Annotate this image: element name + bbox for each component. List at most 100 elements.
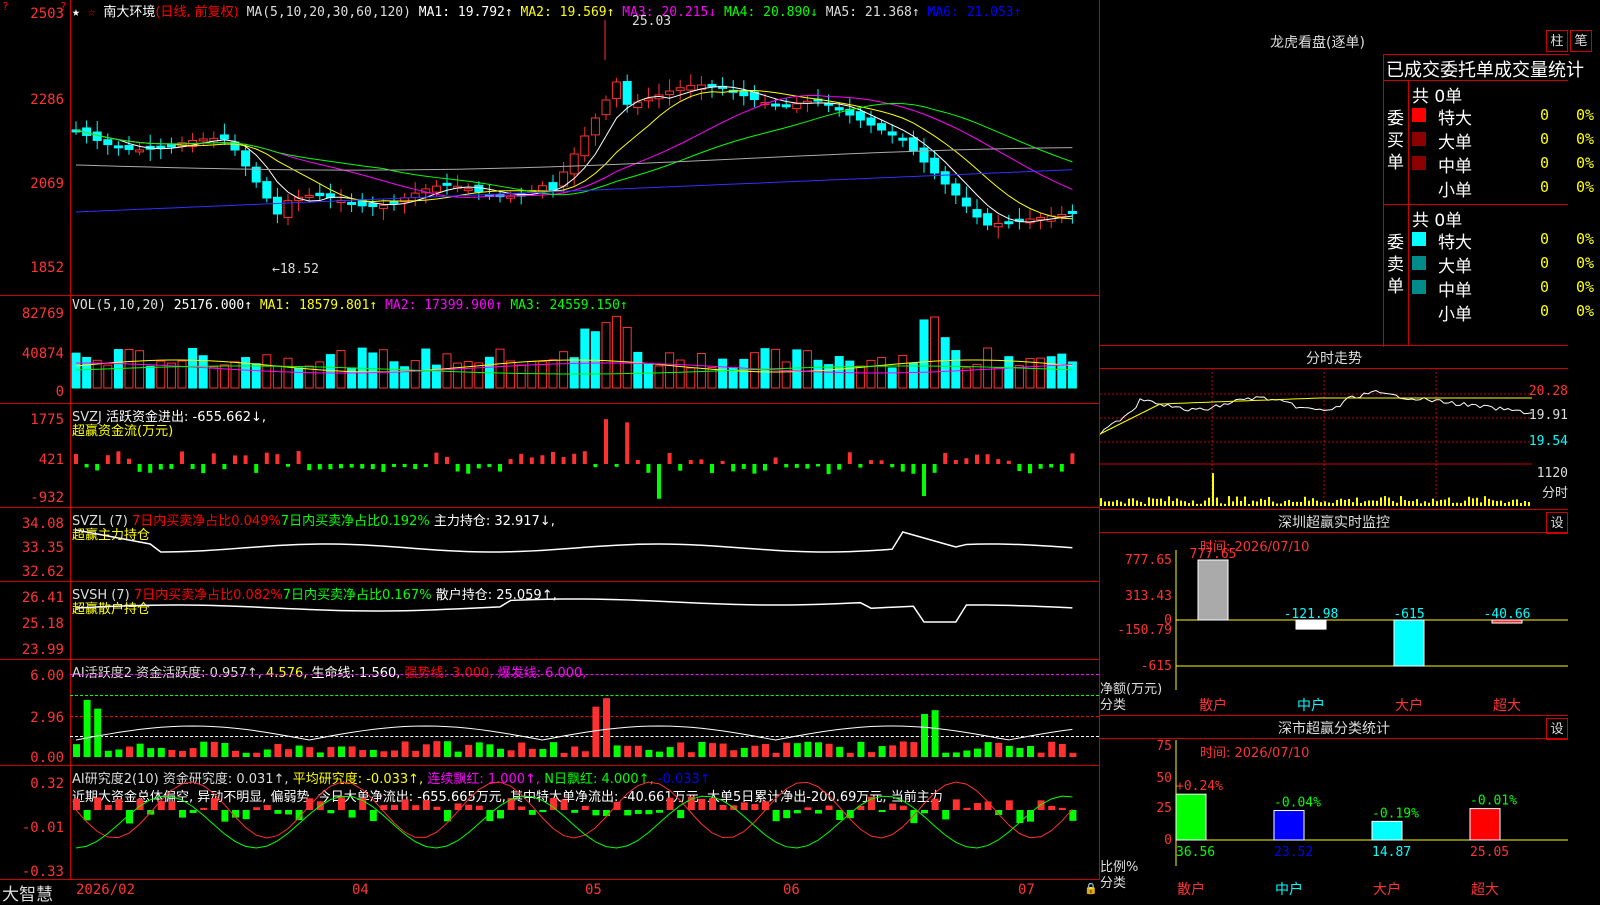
flow-bar — [582, 451, 587, 464]
classify-bar — [1371, 820, 1403, 841]
svsh-chart[interactable] — [0, 582, 1099, 660]
svzj-panel[interactable]: 1775 421 -932 SVZJ 活跃资金进出: -655.662↓, 超赢… — [0, 404, 1099, 508]
flow-bar — [922, 464, 926, 497]
activity-bar — [772, 752, 780, 757]
research-bar — [104, 804, 112, 810]
volume-bar — [792, 349, 802, 389]
activity-bar — [836, 746, 844, 757]
intraday-chart[interactable] — [1100, 346, 1568, 510]
ai-research-chart[interactable] — [0, 766, 1099, 880]
flow-bar — [148, 464, 153, 473]
candlestick-chart[interactable] — [0, 0, 1099, 296]
volume-bar — [325, 354, 335, 389]
candle-body — [378, 204, 388, 209]
sell-row: 小单 0 0% — [1412, 300, 1594, 325]
flow-bar — [890, 464, 895, 468]
intraday-volume-bar — [1128, 498, 1130, 506]
flow-bar — [211, 453, 216, 464]
intraday-volume-bar — [1288, 499, 1290, 506]
candle-body — [1067, 210, 1077, 214]
intraday-volume-bar — [1496, 501, 1498, 506]
flow-bar — [392, 464, 396, 467]
volume-bar — [272, 365, 282, 389]
classify-chart[interactable]: 75 50 25 0 +0.24% 36.56 散户 -0.04% 23.52 中户 -0.19% 1… — [1100, 716, 1568, 900]
activity-bar — [656, 751, 663, 757]
research-bar — [1058, 807, 1066, 810]
intraday-volume-bar — [1176, 498, 1178, 506]
volume-bar — [559, 351, 569, 389]
monitor-chart[interactable]: 777.65313.430-150.79-615777.65散户-121.98中… — [1100, 510, 1568, 716]
ai-research-panel[interactable]: 0.32 -0.01 -0.33 AI研究度2(10) 资金研究度: 0.031… — [0, 766, 1099, 880]
research-bar — [772, 810, 780, 822]
svzl-panel[interactable]: 34.08 33.35 32.62 SVZL (7) 7日内买卖净占比0.049… — [0, 508, 1099, 582]
volume-bar — [654, 365, 664, 389]
research-bar — [274, 810, 282, 814]
monitor-tick: -150.79 — [1117, 623, 1172, 638]
research-bar — [221, 810, 229, 822]
tick-button[interactable]: 笔 — [1570, 30, 1592, 52]
svsh-panel[interactable]: 26.41 25.18 23.99 SVSH (7) 7日内买卖净占比0.082… — [0, 582, 1099, 660]
classify-category: 中户 — [1275, 881, 1303, 898]
flow-bar — [900, 464, 905, 472]
volume-bar — [1014, 365, 1024, 389]
activity-bar — [613, 745, 621, 757]
activity-bar — [942, 752, 950, 757]
flow-bar — [784, 464, 789, 468]
holding-line — [75, 598, 1073, 623]
activity-bar — [359, 750, 367, 757]
row-percent: 0% — [1576, 230, 1595, 248]
research-bar — [963, 807, 971, 810]
flow-bar — [657, 464, 661, 499]
flow-bar — [805, 464, 810, 469]
volume-bar — [993, 367, 1003, 389]
ai-activity-panel[interactable]: 6.00 2.96 0.00 AI活跃度2 资金活跃度: 0.957↑, 4.5… — [0, 660, 1099, 766]
candle-body — [548, 182, 558, 191]
flow-bar — [519, 453, 524, 464]
flow-bar — [180, 451, 184, 464]
intraday-volume-bar — [1404, 500, 1406, 506]
volume-panel[interactable]: 82769 40874 0 VOL(5,10,20) 25176.000↑ MA… — [0, 296, 1099, 404]
intraday-volume-bar — [1340, 498, 1342, 506]
activity-bar — [210, 741, 218, 757]
intraday-panel[interactable]: 分时走势 20.28 19.91 19.54 1120 分时 — [1100, 346, 1568, 510]
flow-bar — [127, 458, 131, 464]
intraday-volume-bar — [1292, 501, 1294, 506]
candle-body — [781, 104, 791, 108]
intraday-volume-bar — [1432, 498, 1434, 506]
intraday-volume-bar — [1104, 501, 1106, 506]
activity-bar — [380, 751, 388, 757]
price-panel[interactable]: ? ? 2503 2286 2069 1852 ★ ☆ 南大环境(日线, 前复权… — [0, 0, 1099, 296]
ai-activity-chart[interactable] — [0, 660, 1099, 766]
flow-bar — [84, 464, 89, 468]
candle-body — [834, 107, 844, 111]
intraday-volume-bar — [1284, 501, 1286, 506]
activity-bar — [804, 741, 812, 757]
intraday-volume-bar — [1108, 501, 1110, 506]
candle-body — [898, 137, 908, 141]
intraday-volume-bar — [1152, 498, 1154, 506]
activity-bar — [316, 752, 324, 757]
intraday-volume-bar — [1160, 498, 1162, 506]
research-bar — [497, 810, 504, 819]
intraday-volume-bar — [1388, 497, 1390, 506]
divider — [1383, 204, 1568, 205]
bar-button[interactable]: 柱 — [1546, 30, 1568, 52]
svzj-chart[interactable] — [0, 404, 1099, 508]
intraday-volume-bar — [1196, 503, 1198, 506]
row-count: 0 — [1540, 230, 1550, 248]
flow-bar — [233, 455, 237, 464]
volume-bar — [124, 349, 134, 389]
lock-icon[interactable]: 🔒 — [1084, 882, 1098, 895]
research-bar — [285, 810, 292, 815]
activity-bar — [147, 748, 155, 757]
flow-bar — [847, 452, 852, 464]
volume-chart[interactable] — [0, 296, 1099, 404]
candle-body — [643, 98, 653, 102]
volume-bar — [686, 367, 696, 389]
candle-body — [739, 90, 749, 97]
svzl-chart[interactable] — [0, 508, 1099, 582]
intraday-volume-bar — [1448, 497, 1450, 506]
volume-bar — [537, 360, 547, 389]
activity-bar — [168, 749, 176, 757]
flow-bar — [243, 455, 248, 464]
